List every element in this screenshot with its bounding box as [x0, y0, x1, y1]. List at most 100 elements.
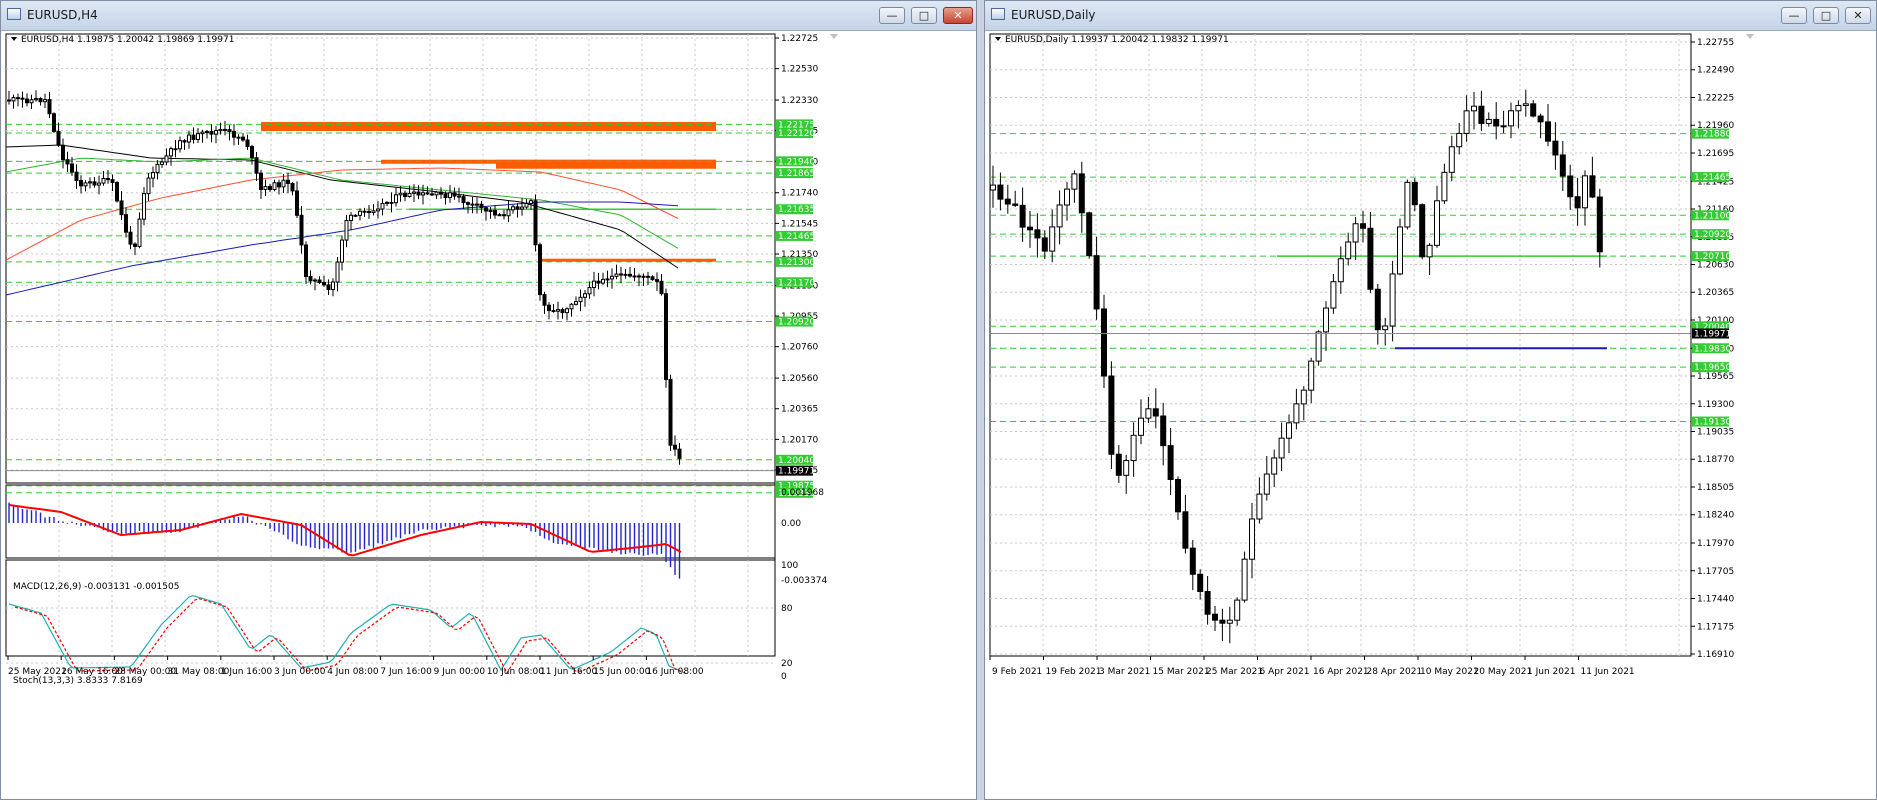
candlestick: [461, 196, 466, 204]
candlestick: [245, 139, 250, 148]
candlestick: [47, 99, 52, 115]
level-price-label: 1.19830: [1694, 344, 1731, 354]
candlestick: [299, 214, 304, 246]
candlestick: [587, 287, 592, 295]
candlestick: [326, 284, 331, 290]
candlestick: [308, 275, 313, 282]
candlestick: [1308, 360, 1315, 391]
price-tick-label: 1.21740: [781, 189, 818, 199]
candlestick: [196, 133, 200, 140]
maximize-button[interactable]: □: [1813, 7, 1839, 24]
minimize-button[interactable]: —: [1781, 7, 1807, 24]
chart-header: EURUSD,Daily 1.19937 1.20042 1.19832 1.1…: [995, 34, 1754, 45]
candlestick: [344, 220, 349, 241]
candlestick: [416, 191, 421, 196]
candlestick: [664, 293, 668, 380]
price-tick-label: 1.21545: [781, 219, 818, 229]
candlestick: [7, 99, 11, 102]
macd-axis-label: -0.003374: [781, 576, 827, 586]
current-price-label: 1.19971: [778, 467, 815, 477]
candlestick: [1537, 115, 1544, 123]
titlebar-daily[interactable]: EURUSD,Daily — □ ✕: [985, 1, 1876, 31]
candlestick: [646, 275, 650, 278]
candlestick: [394, 194, 398, 204]
candlestick: [385, 201, 389, 204]
candlestick: [1530, 103, 1537, 117]
chart-area-h4[interactable]: 1.227251.225301.223301.221351.219401.217…: [1, 30, 976, 799]
candlestick: [1004, 198, 1011, 205]
candlestick: [592, 280, 596, 289]
close-button[interactable]: ✕: [1845, 7, 1871, 24]
candlestick: [376, 208, 380, 212]
close-button[interactable]: ✕: [943, 7, 973, 24]
candlestick: [990, 184, 996, 191]
candlestick: [61, 144, 65, 161]
titlebar-h4[interactable]: EURUSD,H4 — □ ✕: [1, 1, 976, 31]
time-tick-label: 7 Jun 16:00: [380, 667, 432, 677]
dropdown-triangle-icon[interactable]: [995, 37, 1001, 41]
candlestick: [1463, 110, 1470, 134]
candlestick: [448, 192, 452, 199]
price-axis: 1.227551.224901.222251.219601.216951.214…: [1690, 34, 1734, 660]
price-tick-label: 1.17970: [1697, 539, 1734, 549]
candlestick: [533, 200, 538, 246]
level-price-label: 1.19650: [1694, 363, 1731, 373]
candlestick: [191, 134, 196, 140]
candlestick: [479, 203, 484, 209]
dropdown-triangle-icon[interactable]: [11, 37, 17, 41]
candlestick: [295, 190, 299, 216]
candlestick: [524, 202, 529, 208]
shift-marker-icon[interactable]: [830, 34, 838, 39]
window-eurusd-daily[interactable]: EURUSD,Daily — □ ✕ 1.22755 1.22490 1.22225…: [984, 0, 1877, 800]
candlestick: [83, 182, 88, 187]
price-tick-label: 1.22490: [1697, 66, 1734, 76]
minimize-button[interactable]: —: [879, 7, 905, 24]
candlestick: [650, 276, 655, 281]
level-price-label: 1.20040: [778, 456, 815, 466]
price-tick-label: 1.19565: [1697, 372, 1734, 382]
candlestick: [106, 177, 110, 181]
candlestick: [1515, 104, 1522, 112]
candlestick: [1175, 478, 1181, 513]
time-tick-label: 4 Jun 08:00: [327, 667, 379, 677]
candlestick: [1049, 226, 1056, 252]
candlestick: [511, 206, 515, 211]
window-eurusd-h4[interactable]: EURUSD,H4 — □ ✕ 1.22725 1.22530 1.22330 1.2…: [0, 0, 977, 800]
candlestick: [1367, 227, 1374, 290]
candlestick: [1286, 422, 1292, 439]
price-tick-label: 1.20170: [781, 435, 818, 445]
candlestick: [520, 206, 524, 210]
candlestick: [1508, 110, 1514, 127]
time-tick-label: 9 Feb 2021: [992, 667, 1042, 677]
candlestick: [25, 98, 29, 104]
candlestick: [506, 209, 511, 217]
macd-panel-frame: [5, 484, 776, 559]
candlestick: [488, 210, 493, 213]
candlestick: [484, 207, 488, 212]
chart-area-daily[interactable]: 1.227551.224901.222251.219601.216951.214…: [985, 30, 1876, 799]
candlestick: [209, 130, 214, 135]
candlestick: [1041, 237, 1048, 252]
time-tick-label: 11 Jun 2021: [1581, 667, 1635, 677]
maximize-button[interactable]: □: [911, 7, 937, 24]
candlestick: [1374, 288, 1381, 331]
candlestick: [29, 99, 34, 104]
candlestick: [313, 279, 317, 282]
candlestick: [335, 261, 340, 283]
candlestick: [74, 171, 79, 182]
price-tick-label: 1.22330: [781, 96, 818, 106]
candlestick: [169, 148, 173, 157]
candlestick: [1352, 223, 1359, 243]
window-title: EURUSD,H4: [27, 8, 98, 22]
candlestick: [407, 192, 412, 198]
candlestick: [380, 202, 385, 210]
candlestick: [56, 130, 61, 146]
price-tick-label: 1.20560: [781, 374, 818, 384]
price-tick-label: 1.22530: [781, 65, 818, 75]
candlestick: [133, 243, 137, 247]
candlestick: [628, 273, 632, 277]
candlestick: [173, 148, 178, 151]
stoch-axis-label: 0: [781, 672, 787, 682]
time-tick-label: 3 Mar 2021: [1099, 667, 1150, 677]
shift-marker-icon[interactable]: [1746, 34, 1754, 39]
